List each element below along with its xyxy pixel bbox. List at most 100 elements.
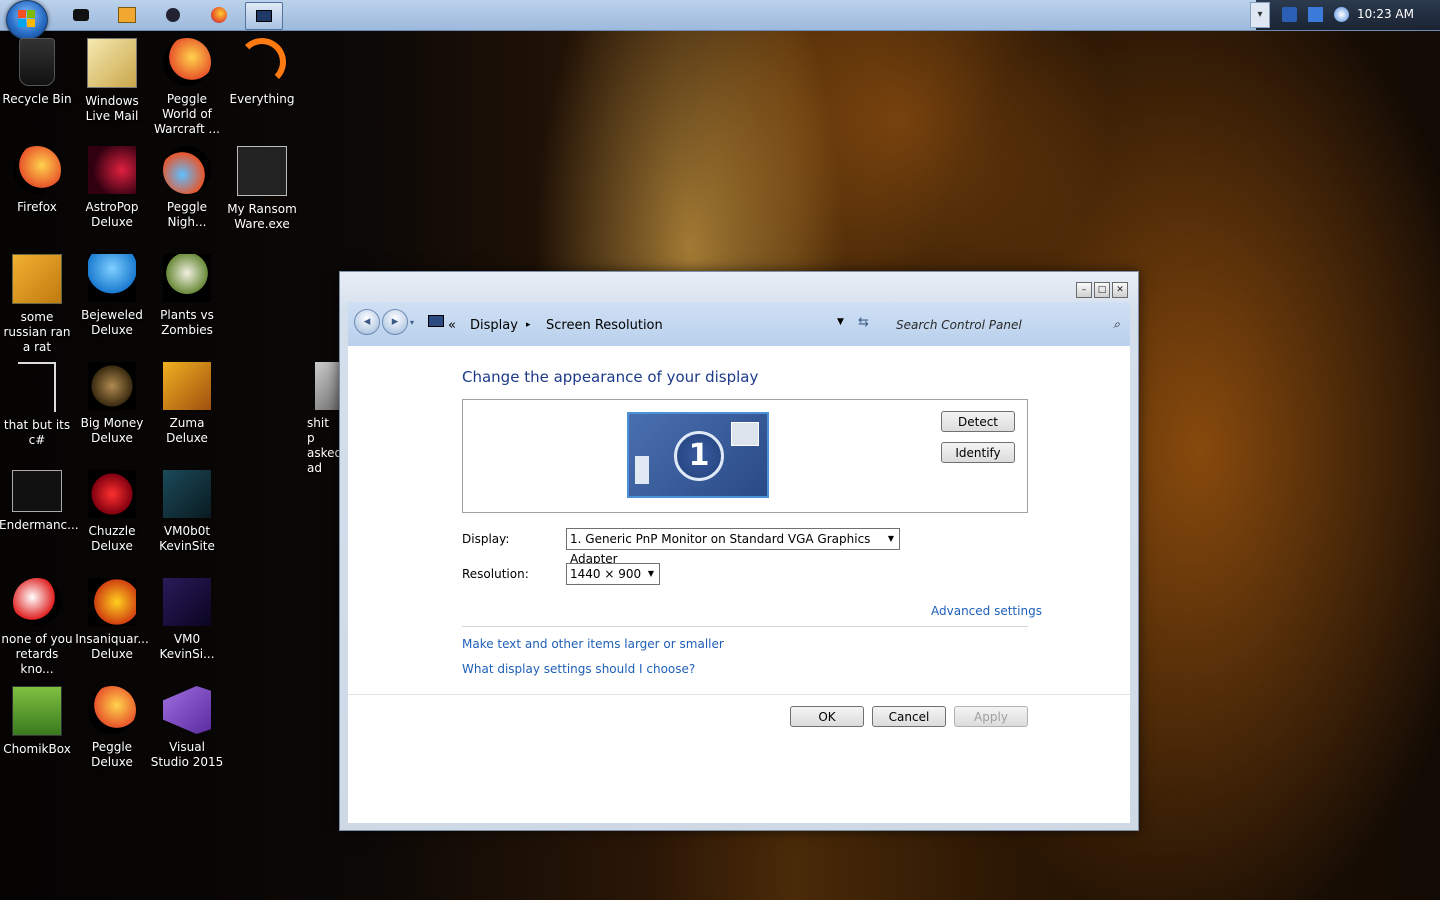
refresh-icon[interactable]: ⇆ — [858, 315, 869, 330]
desktop-icon-none-of-you[interactable]: none of you retards kno... — [0, 578, 75, 677]
desktop-icon-windows-live-mail[interactable]: Windows Live Mail — [74, 38, 150, 124]
recycle-bin-icon — [19, 38, 55, 86]
display-select-value: 1. Generic PnP Monitor on Standard VGA G… — [570, 532, 871, 566]
desktop-icon-firefox[interactable]: Firefox — [0, 146, 75, 215]
desktop-icon-recycle-bin[interactable]: Recycle Bin — [0, 38, 75, 107]
firefox-icon — [211, 7, 227, 23]
back-button[interactable]: ◂ — [354, 309, 380, 335]
peggle-icon — [88, 686, 136, 734]
mail-icon — [87, 38, 137, 88]
game-icon — [88, 362, 136, 410]
chevron-down-icon: ▼ — [887, 534, 895, 543]
desktop-icon-insaniquarium[interactable]: Insaniquar... Deluxe — [74, 578, 150, 662]
ok-button[interactable]: OK — [790, 706, 864, 727]
resolution-select-value: 1440 × 900 — [570, 567, 642, 581]
desktop-thumbnail-icon — [635, 456, 649, 484]
resolution-select[interactable]: 1440 × 900 ▼ — [566, 563, 660, 585]
breadcrumb-display[interactable]: Display — [470, 318, 518, 333]
apply-button[interactable]: Apply — [954, 706, 1028, 727]
advanced-settings-link[interactable]: Advanced settings — [931, 604, 1042, 618]
monitor-arrangement-panel: 1 Detect Identify — [462, 399, 1028, 513]
minimize-button[interactable]: – — [1076, 282, 1092, 298]
game-icon — [88, 254, 136, 302]
icon-label: Bejeweled Deluxe — [81, 308, 143, 337]
shortcut-icon — [163, 470, 211, 518]
search-box[interactable]: Search Control Panel ⌕ — [894, 309, 1124, 335]
desktop-icon-peggle-wow[interactable]: Peggle World of Warcraft ... — [149, 38, 225, 137]
desktop-icon-some-russian[interactable]: some russian ran a rat — [0, 254, 75, 355]
desktop-icon-that-but-its[interactable]: that but its c# — [0, 362, 75, 448]
firefox-icon — [13, 146, 61, 194]
network-icon[interactable] — [1282, 7, 1297, 22]
maximize-button[interactable]: □ — [1094, 282, 1110, 298]
chomikbox-icon — [12, 686, 62, 736]
desktop-icon-my-ransom-ware[interactable]: My Ransom Ware.exe — [224, 146, 300, 232]
taskbar-app-3[interactable] — [155, 2, 191, 28]
breadcrumb-overflow[interactable]: « — [448, 318, 456, 333]
display-select[interactable]: 1. Generic PnP Monitor on Standard VGA G… — [566, 528, 900, 566]
game-icon — [163, 362, 211, 410]
page-title: Change the appearance of your display — [462, 368, 759, 386]
desktop-icon-shit-p-asked[interactable]: shit p asked ad — [299, 362, 339, 476]
desktop-icon-everything[interactable]: Everything — [224, 38, 300, 107]
desktop-icon-bejeweled[interactable]: Bejeweled Deluxe — [74, 254, 150, 338]
volume-icon[interactable] — [1334, 7, 1349, 22]
close-button[interactable]: ✕ — [1112, 282, 1128, 298]
forward-arrow-icon: ▸ — [391, 314, 399, 329]
forward-button[interactable]: ▸ — [382, 309, 408, 335]
desktop-icon-chuzzle[interactable]: Chuzzle Deluxe — [74, 470, 150, 554]
breadcrumb-screen-resolution[interactable]: Screen Resolution — [546, 318, 663, 333]
recent-pages-icon[interactable]: ▾ — [410, 318, 414, 327]
monitor-number: 1 — [674, 431, 724, 481]
taskbar-firefox[interactable] — [201, 2, 237, 28]
app-icon — [73, 9, 89, 21]
system-tray: ▾ 10:23 AM — [1250, 0, 1440, 30]
window-controls: – □ ✕ — [1076, 282, 1128, 298]
desktop-icon-peggle-deluxe[interactable]: Peggle Deluxe — [74, 686, 150, 770]
taskbar-media-player[interactable] — [109, 2, 145, 28]
icon-label: Peggle World of Warcraft ... — [154, 92, 220, 136]
desktop-icon-vm0-kevinsite[interactable]: VM0 KevinSi... — [149, 578, 225, 662]
shortcut-icon — [163, 578, 211, 626]
resolution-label: Resolution: — [462, 567, 529, 581]
window-icon[interactable] — [1308, 7, 1323, 22]
icon-label: VM0b0t KevinSite — [159, 524, 215, 553]
clock[interactable]: 10:23 AM — [1357, 7, 1414, 21]
desktop-icon-vm0b0t[interactable]: VM0b0t KevinSite — [149, 470, 225, 554]
desktop-icon-peggle-nights[interactable]: Peggle Nigh... — [149, 146, 225, 230]
display-label: Display: — [462, 532, 510, 546]
desktop-icon-plants-vs-zombies[interactable]: Plants vs Zombies — [149, 254, 225, 338]
back-arrow-icon: ◂ — [363, 314, 371, 329]
monitor-1-preview[interactable]: 1 — [627, 412, 769, 498]
detect-button[interactable]: Detect — [941, 411, 1015, 432]
desktop-icon-visual-studio[interactable]: Visual Studio 2015 — [149, 686, 225, 770]
desktop-icon-astropop[interactable]: AstroPop Deluxe — [74, 146, 150, 230]
desktop-icon-chomikbox[interactable]: ChomikBox — [0, 686, 75, 757]
footer-divider — [348, 694, 1130, 695]
search-icon[interactable]: ⌕ — [1113, 317, 1120, 332]
show-hidden-icons-button[interactable]: ▾ — [1250, 2, 1270, 28]
globe-icon — [166, 8, 180, 22]
cancel-button[interactable]: Cancel — [872, 706, 946, 727]
icon-label: Endermanc... — [0, 518, 79, 532]
text-size-link[interactable]: Make text and other items larger or smal… — [462, 637, 724, 651]
icon-label: Windows Live Mail — [85, 94, 139, 123]
display-settings-help-link[interactable]: What display settings should I choose? — [462, 662, 695, 676]
taskbar-control-panel[interactable] — [245, 2, 283, 30]
address-dropdown-icon[interactable]: ▼ — [837, 317, 844, 327]
icon-label: Recycle Bin — [2, 92, 72, 106]
desktop-icon-endermanc[interactable]: Endermanc... — [0, 470, 79, 533]
desktop-icon-big-money[interactable]: Big Money Deluxe — [74, 362, 150, 446]
taskbar-app-1[interactable] — [63, 2, 99, 28]
icon-label: shit p asked ad — [307, 416, 339, 475]
identify-button[interactable]: Identify — [941, 442, 1015, 463]
icon-label: Big Money Deluxe — [80, 416, 144, 445]
breadcrumb-separator-icon[interactable]: ▸ — [526, 320, 531, 330]
desktop-icon-zuma[interactable]: Zuma Deluxe — [149, 362, 225, 446]
icon-label: My Ransom Ware.exe — [227, 202, 297, 231]
shortcut-icon — [12, 254, 62, 304]
screen-resolution-window: – □ ✕ ◂ ▸ ▾ « Display ▸ Screen Resolutio… — [339, 271, 1139, 831]
start-button[interactable] — [6, 0, 48, 40]
content-area: Change the appearance of your display 1 … — [348, 346, 1130, 823]
search-input[interactable]: Search Control Panel — [896, 318, 1022, 332]
